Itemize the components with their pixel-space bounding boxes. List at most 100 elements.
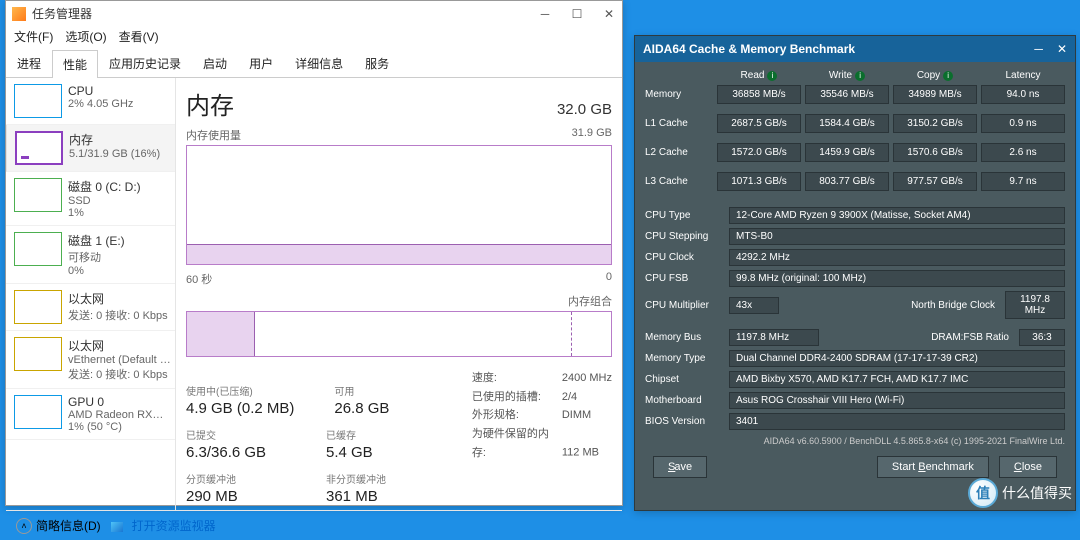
taskmgr-footer: ˄ 简略信息(D) 打开资源监视器 [6, 510, 622, 540]
tab-processes[interactable]: 进程 [6, 49, 52, 77]
aida-window: AIDA64 Cache & Memory Benchmark ─ ✕ Read… [634, 35, 1076, 511]
stat-v: 361 MB [326, 488, 426, 505]
col-copy: Copy [917, 70, 940, 81]
disk-thumb [14, 178, 62, 212]
sidebar-item-disk1[interactable]: 磁盘 1 (E:)可移动0% [6, 226, 175, 284]
chart1-label: 内存使用量 [186, 127, 241, 143]
cpu-thumb [14, 84, 62, 118]
tab-startup[interactable]: 启动 [192, 49, 238, 77]
stat-k: 分页缓冲池 [186, 471, 286, 486]
main-title: 内存 [186, 86, 234, 121]
taskmgr-title-text: 任务管理器 [32, 5, 92, 22]
info-row: CPU Multiplier43xNorth Bridge Clock1197.… [645, 291, 1065, 319]
ethernet-thumb [14, 290, 62, 324]
aida-titlebar[interactable]: AIDA64 Cache & Memory Benchmark ─ ✕ [635, 36, 1075, 62]
col-latency: Latency [1005, 70, 1040, 81]
taskmgr-icon [12, 7, 26, 21]
bench-row-l2: L2 Cache1572.0 GB/s1459.9 GB/s1570.6 GB/… [645, 143, 1065, 162]
chevron-up-icon[interactable]: ˄ [16, 518, 32, 534]
ethernet-thumb [14, 337, 62, 371]
stat-v: 26.8 GB [334, 400, 434, 417]
aida-minimize-button[interactable]: ─ [1034, 42, 1043, 56]
info-row: CPU Clock4292.2 MHz [645, 249, 1065, 266]
kv-k: 为硬件保留的内存: [472, 425, 562, 462]
watermark-badge-icon: 值 [968, 478, 998, 508]
resource-monitor-icon [111, 522, 123, 532]
memory-capacity: 32.0 GB [557, 101, 612, 118]
menu-file[interactable]: 文件(F) [14, 28, 53, 45]
watermark-text: 什么值得买 [1002, 483, 1072, 503]
chart1-x: 60 秒 [186, 271, 212, 287]
kv-k: 速度: [472, 369, 562, 388]
aida-start-button[interactable]: Start Benchmark [877, 456, 989, 478]
kv-v: 2/4 [562, 391, 577, 403]
tab-users[interactable]: 用户 [238, 49, 284, 77]
stat-k: 已缓存 [326, 427, 426, 442]
stat-k: 已提交 [186, 427, 286, 442]
bench-row-l1: L1 Cache2687.5 GB/s1584.4 GB/s3150.2 GB/… [645, 114, 1065, 133]
info-row: CPU Type12-Core AMD Ryzen 9 3900X (Matis… [645, 207, 1065, 224]
resource-monitor-link[interactable]: 打开资源监视器 [132, 519, 216, 533]
gpu-thumb [14, 395, 62, 429]
info-row: BIOS Version3401 [645, 413, 1065, 430]
sidebar-sub: vEthernet (Default … [68, 354, 171, 366]
stat-k: 非分页缓冲池 [326, 471, 426, 486]
memory-usage-chart[interactable] [186, 145, 612, 265]
sidebar-item-memory[interactable]: 内存5.1/31.9 GB (16%) [6, 125, 175, 172]
aida-close-button[interactable]: ✕ [1057, 42, 1067, 56]
taskmgr-window: 任务管理器 ─ ☐ ✕ 文件(F) 选项(O) 查看(V) 进程 性能 应用历史… [5, 0, 623, 506]
stat-v: 290 MB [186, 488, 286, 505]
minimize-button[interactable]: ─ [538, 7, 552, 21]
stat-v: 5.4 GB [326, 444, 426, 461]
sidebar-label: 内存 [69, 131, 160, 148]
menu-view[interactable]: 查看(V) [119, 28, 159, 45]
close-button[interactable]: ✕ [602, 7, 616, 21]
tab-performance[interactable]: 性能 [52, 50, 98, 78]
tab-app-history[interactable]: 应用历史记录 [98, 49, 192, 77]
sidebar-label: 以太网 [68, 290, 168, 307]
aida-footer-text: AIDA64 v6.60.5900 / BenchDLL 4.5.865.8-x… [645, 436, 1065, 446]
kv-v: DIMM [562, 409, 591, 421]
sidebar-sub2: 0% [68, 265, 125, 277]
sidebar-sub2: 1% [68, 207, 141, 219]
stat-k: 使用中(已压缩) [186, 383, 294, 398]
info-icon[interactable]: i [767, 71, 777, 81]
sidebar-label: 以太网 [68, 337, 171, 354]
aida-save-button[interactable]: Save [653, 456, 707, 478]
brief-toggle[interactable]: 简略信息(D) [36, 517, 101, 534]
sidebar-item-cpu[interactable]: CPU2% 4.05 GHz [6, 78, 175, 125]
kv-v: 112 MB [562, 447, 599, 459]
chart1-max: 31.9 GB [572, 127, 612, 143]
stat-k: 可用 [334, 383, 434, 398]
menubar: 文件(F) 选项(O) 查看(V) [6, 26, 622, 47]
bench-row-memory: Memory36858 MB/s35546 MB/s34989 MB/s94.0… [645, 85, 1065, 104]
kv-v: 2400 MHz [562, 372, 612, 384]
sidebar-item-ethernet0[interactable]: 以太网发送: 0 接收: 0 Kbps [6, 284, 175, 331]
taskmgr-titlebar[interactable]: 任务管理器 ─ ☐ ✕ [6, 1, 622, 26]
sidebar-sub: 5.1/31.9 GB (16%) [69, 148, 160, 160]
sidebar-sub: SSD [68, 195, 141, 207]
aida-title-text: AIDA64 Cache & Memory Benchmark [643, 42, 855, 56]
info-icon[interactable]: i [855, 71, 865, 81]
perf-sidebar: CPU2% 4.05 GHz 内存5.1/31.9 GB (16%) 磁盘 0 … [6, 78, 176, 510]
menu-options[interactable]: 选项(O) [65, 28, 106, 45]
maximize-button[interactable]: ☐ [570, 7, 584, 21]
memory-composition-chart[interactable] [186, 311, 612, 357]
sidebar-item-gpu0[interactable]: GPU 0AMD Radeon RX…1% (50 °C) [6, 389, 175, 440]
col-write: Write [829, 70, 852, 81]
watermark: 值 什么值得买 [968, 478, 1072, 508]
chart1-xr: 0 [606, 271, 612, 287]
aida-close-button[interactable]: Close [999, 456, 1057, 478]
sidebar-sub: 2% 4.05 GHz [68, 98, 133, 110]
sidebar-item-disk0[interactable]: 磁盘 0 (C: D:)SSD1% [6, 172, 175, 226]
memory-thumb [15, 131, 63, 165]
sidebar-sub: 发送: 0 接收: 0 Kbps [68, 307, 168, 323]
info-icon[interactable]: i [943, 71, 953, 81]
info-row: MotherboardAsus ROG Crosshair VIII Hero … [645, 392, 1065, 409]
sidebar-item-ethernet1[interactable]: 以太网vEthernet (Default …发送: 0 接收: 0 Kbps [6, 331, 175, 389]
bench-row-l3: L3 Cache1071.3 GB/s803.77 GB/s977.57 GB/… [645, 172, 1065, 191]
tab-services[interactable]: 服务 [354, 49, 400, 77]
tab-details[interactable]: 详细信息 [284, 49, 354, 77]
perf-main: 内存 32.0 GB 内存使用量31.9 GB 60 秒0 内存组合 使用中(已… [176, 78, 622, 510]
info-row: Memory TypeDual Channel DDR4-2400 SDRAM … [645, 350, 1065, 367]
